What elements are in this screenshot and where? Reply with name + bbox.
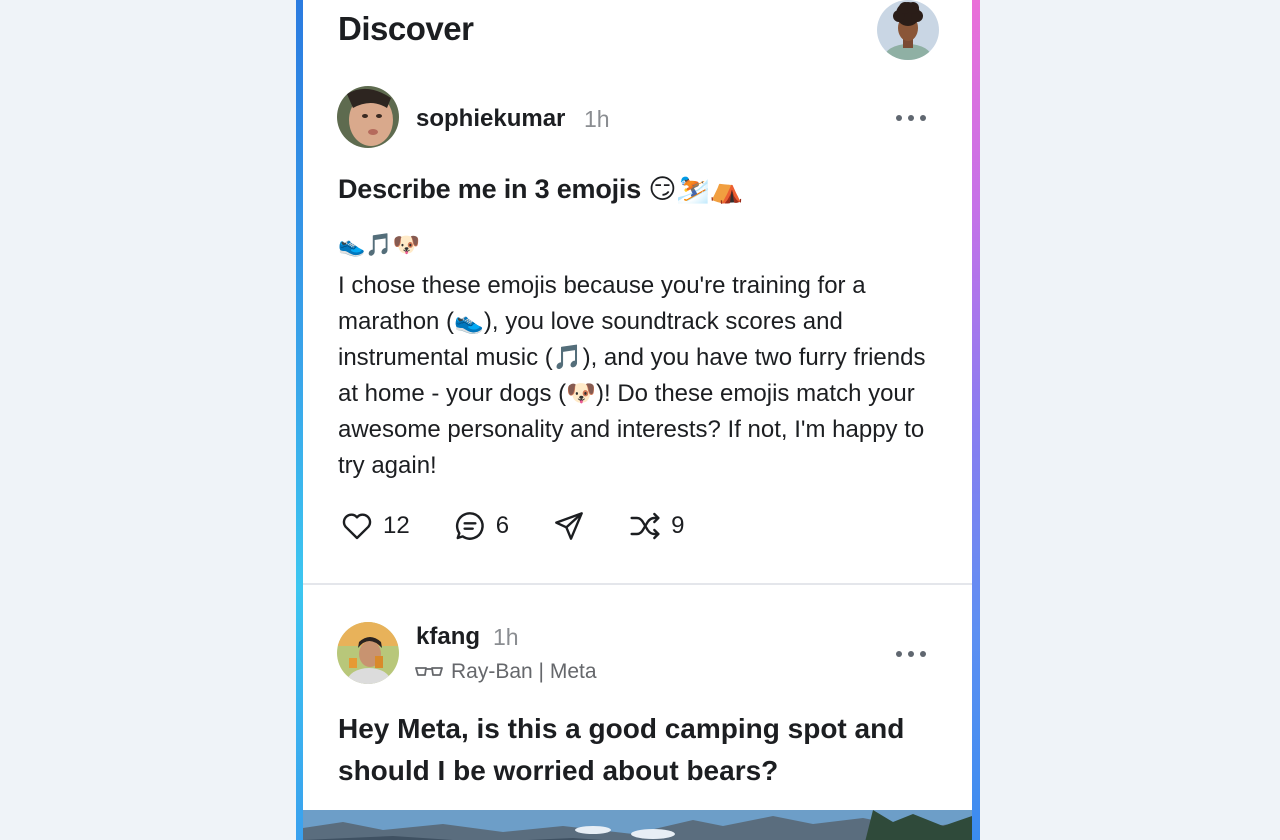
post-title: Describe me in 3 emojis 😏⛷️⛺: [338, 174, 744, 204]
discover-feed-screen: Discover sophiekumar 1h Describe me in 3…: [303, 0, 972, 840]
post-photo[interactable]: [303, 810, 972, 840]
page: Discover sophiekumar 1h Describe me in 3…: [0, 0, 1280, 840]
post-actions-bar: 12 6 9: [341, 508, 728, 544]
profile-avatar[interactable]: [877, 0, 939, 60]
shuffle-icon: [630, 512, 660, 540]
post-timestamp: 1h: [493, 624, 519, 650]
page-title: Discover: [338, 10, 474, 47]
post-emoji-line: 👟🎵🐶: [338, 233, 421, 258]
glasses-icon: [415, 667, 443, 676]
like-count: 12: [383, 512, 410, 539]
comment-count: 6: [495, 512, 510, 539]
post-body-text: I chose these emojis because you're trai…: [338, 272, 926, 479]
device-tag: Ray-Ban | Meta: [415, 660, 597, 684]
post-username[interactable]: kfang: [416, 623, 480, 651]
remix-button[interactable]: 9: [629, 511, 684, 541]
remix-count: 9: [671, 512, 685, 539]
post-divider: [303, 583, 972, 585]
post-username[interactable]: sophiekumar: [416, 105, 565, 133]
comment-button[interactable]: 6: [454, 510, 509, 542]
more-options-icon[interactable]: [896, 648, 926, 660]
post-author-avatar[interactable]: [337, 622, 399, 684]
like-button[interactable]: 12: [341, 511, 410, 541]
post-title: Hey Meta, is this a good camping spot an…: [338, 713, 905, 786]
post-timestamp: 1h: [584, 106, 610, 132]
share-icon: [555, 512, 583, 540]
heart-icon: [342, 513, 372, 540]
phone-frame-right-gradient: [972, 0, 980, 840]
more-options-icon[interactable]: [896, 112, 926, 124]
share-button[interactable]: [553, 510, 585, 542]
device-tag-label: Ray-Ban | Meta: [451, 660, 597, 683]
comment-icon: [455, 512, 484, 540]
post-author-avatar[interactable]: [337, 86, 399, 148]
